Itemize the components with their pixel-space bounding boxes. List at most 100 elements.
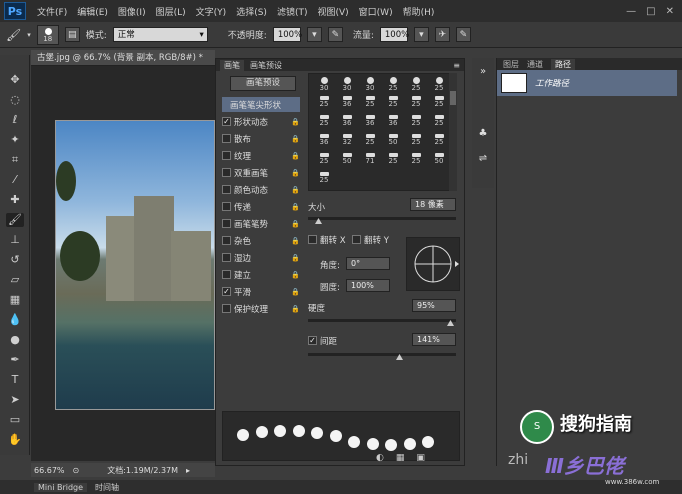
angle-input[interactable]: 0° [346, 257, 390, 270]
brush-option-10[interactable]: 建立 🔒 [222, 267, 300, 282]
brush-option-1[interactable]: ✓ 形状动态 🔒 [222, 114, 300, 129]
brush-option-checkbox[interactable] [222, 270, 231, 279]
tab-channels[interactable]: 通道 [527, 59, 543, 70]
collapse-icon[interactable]: » [476, 66, 490, 80]
pen-tool-icon[interactable]: ✒ [6, 353, 24, 367]
lock-icon[interactable]: 🔒 [291, 271, 300, 279]
tab-timeline[interactable]: 时间轴 [91, 482, 123, 493]
brush-option-checkbox[interactable] [222, 134, 231, 143]
tab-layers[interactable]: 图层 [503, 59, 519, 70]
lock-icon[interactable]: 🔒 [291, 135, 300, 143]
brush-tip[interactable]: 36 [313, 134, 335, 147]
brush-option-8[interactable]: 杂色 🔒 [222, 233, 300, 248]
brush-tip[interactable]: 25 [313, 153, 335, 166]
grid-icon[interactable]: ▦ [396, 453, 405, 463]
lock-icon[interactable]: 🔒 [291, 254, 300, 262]
tab-paths[interactable]: 路径 [551, 58, 575, 70]
brush-tip[interactable]: 25 [428, 96, 450, 109]
size-slider[interactable] [308, 217, 456, 220]
brush-tip[interactable]: 25 [405, 77, 427, 92]
brush-option-6[interactable]: 传递 🔒 [222, 199, 300, 214]
pressure-size-icon[interactable]: ✎ [455, 27, 471, 42]
zoom-level[interactable]: 66.67% [34, 466, 65, 475]
lock-icon[interactable]: 🔒 [291, 288, 300, 296]
eyedropper-tool-icon[interactable]: ⁄ [6, 173, 24, 187]
menu-help[interactable]: 帮助(H) [398, 5, 440, 18]
menu-filter[interactable]: 滤镜(T) [272, 5, 313, 18]
airbrush-icon[interactable]: ✈ [434, 27, 450, 42]
brush-tip[interactable]: 30 [313, 77, 335, 92]
brush-tip[interactable]: 36 [336, 96, 358, 109]
new-preset-icon[interactable]: ▣ [416, 453, 425, 463]
toggle-preview-icon[interactable]: ◐ [376, 453, 384, 463]
brush-option-3[interactable]: 纹理 🔒 [222, 148, 300, 163]
status-menu-arrow-icon[interactable]: ▸ [186, 466, 190, 475]
clone-source-icon[interactable]: ⇌ [476, 153, 490, 167]
brush-tip[interactable]: 25 [313, 172, 335, 185]
gradient-tool-icon[interactable]: ▦ [6, 293, 24, 307]
brush-tip[interactable]: 36 [382, 115, 404, 128]
brush-option-11[interactable]: ✓ 平滑 🔒 [222, 284, 300, 299]
hand-tool-icon[interactable]: ✋ [6, 433, 24, 447]
brush-presets-button[interactable]: 画笔预设 [230, 76, 296, 91]
spacing-slider[interactable] [308, 353, 456, 356]
lock-icon[interactable]: 🔒 [291, 118, 300, 126]
dodge-tool-icon[interactable]: ● [6, 333, 24, 347]
brush-tip[interactable]: 50 [336, 153, 358, 166]
brush-option-checkbox[interactable] [222, 151, 231, 160]
brush-option-checkbox[interactable] [222, 185, 231, 194]
eraser-tool-icon[interactable]: ▱ [6, 273, 24, 287]
pressure-opacity-icon[interactable]: ✎ [327, 27, 343, 42]
hardness-slider[interactable] [308, 319, 456, 322]
spacing-checkbox[interactable]: ✓ [308, 336, 317, 345]
clone-stamp-tool-icon[interactable]: ⊥ [6, 233, 24, 247]
brush-option-checkbox[interactable] [222, 253, 231, 262]
menu-layer[interactable]: 图层(L) [151, 5, 191, 18]
flip-x-checkbox[interactable] [308, 235, 317, 244]
brush-option-checkbox[interactable]: ✓ [222, 117, 231, 126]
menu-edit[interactable]: 编辑(E) [72, 5, 113, 18]
brush-tip[interactable]: 25 [382, 77, 404, 92]
menu-select[interactable]: 选择(S) [231, 5, 272, 18]
brush-option-checkbox[interactable] [222, 236, 231, 245]
brush-option-checkbox[interactable] [222, 304, 231, 313]
brush-tool-icon[interactable]: 🖌 [6, 213, 24, 227]
brush-option-2[interactable]: 散布 🔒 [222, 131, 300, 146]
roundness-input[interactable]: 100% [346, 279, 390, 292]
brush-tip[interactable]: 30 [359, 77, 381, 92]
menu-file[interactable]: 文件(F) [32, 5, 72, 18]
brush-size-picker[interactable]: 18 [36, 24, 59, 45]
brush-tip[interactable]: 25 [313, 115, 335, 128]
move-tool-icon[interactable]: ✥ [6, 73, 24, 87]
flow-input[interactable]: 100% [379, 27, 409, 42]
lock-icon[interactable]: 🔒 [291, 203, 300, 211]
tip-grid-scrollbar[interactable] [449, 73, 457, 191]
history-brush-tool-icon[interactable]: ↺ [6, 253, 24, 267]
brush-option-checkbox[interactable] [222, 202, 231, 211]
crop-tool-icon[interactable]: ⌗ [6, 153, 24, 167]
brush-panel-icon[interactable]: ♣ [476, 128, 490, 142]
minimize-icon[interactable]: — [626, 6, 636, 17]
menu-view[interactable]: 视图(V) [312, 5, 353, 18]
tab-brush[interactable]: 画笔 [220, 59, 244, 71]
maximize-icon[interactable]: □ [646, 6, 655, 17]
brush-tip[interactable]: 50 [428, 153, 450, 166]
brush-tip[interactable]: 25 [405, 134, 427, 147]
mode-select[interactable]: 正常 ▾ [112, 27, 208, 42]
brush-tip[interactable]: 25 [359, 134, 381, 147]
brush-tip[interactable]: 25 [405, 115, 427, 128]
angle-roundness-widget[interactable] [406, 237, 460, 291]
brush-option-9[interactable]: 湿边 🔒 [222, 250, 300, 265]
lock-icon[interactable]: 🔒 [291, 186, 300, 194]
flow-dropdown-icon[interactable]: ▾ [413, 27, 429, 42]
tool-preset-arrow-icon[interactable]: ▾ [27, 31, 31, 39]
brush-option-checkbox[interactable] [222, 219, 231, 228]
brush-tip[interactable]: 25 [405, 153, 427, 166]
brush-tip[interactable]: 25 [382, 96, 404, 109]
brush-tip[interactable]: 36 [359, 115, 381, 128]
brush-tip[interactable]: 50 [382, 134, 404, 147]
brush-tip[interactable]: 25 [382, 153, 404, 166]
lock-icon[interactable]: 🔒 [291, 305, 300, 313]
brush-option-checkbox[interactable] [222, 168, 231, 177]
lock-icon[interactable]: 🔒 [291, 152, 300, 160]
